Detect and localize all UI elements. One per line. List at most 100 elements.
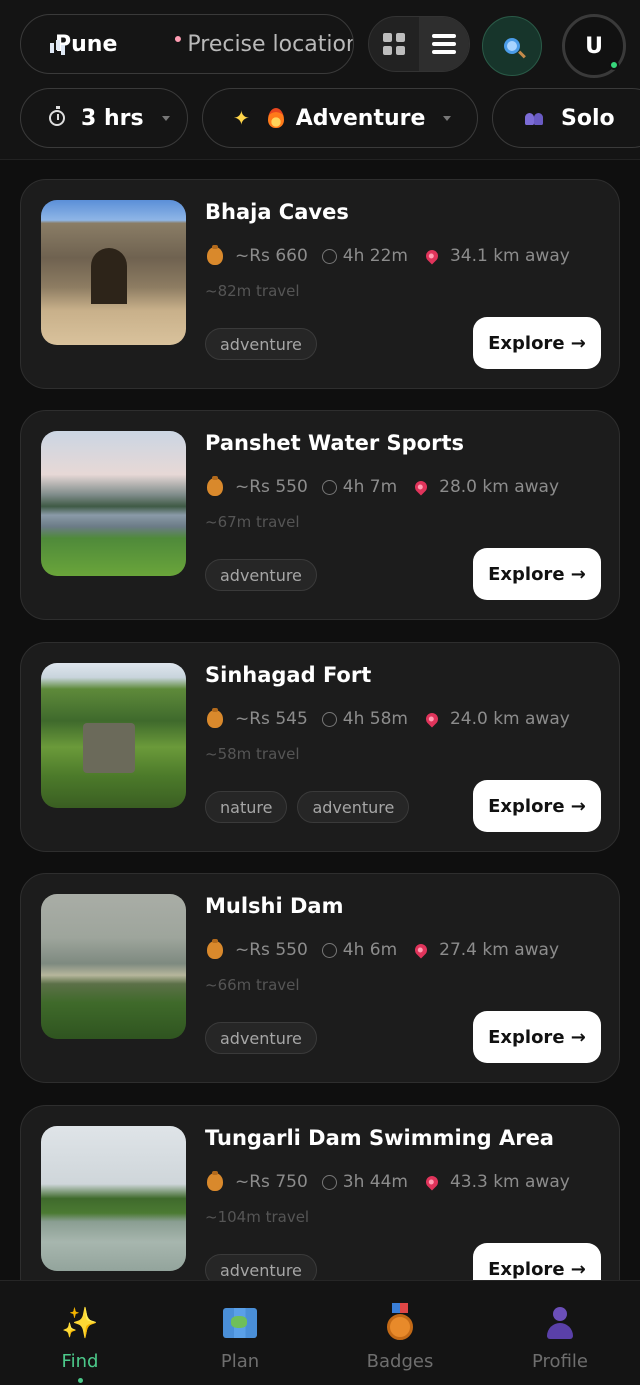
travel-time: ~104m travel <box>205 1208 310 1226</box>
price: ~Rs 550 <box>235 477 308 497</box>
list-icon <box>432 34 456 54</box>
money-bag-icon <box>207 939 223 959</box>
mood-filter-label: Adventure <box>295 105 426 131</box>
price: ~Rs 750 <box>235 1172 308 1192</box>
grid-view-button[interactable] <box>369 17 419 71</box>
sparkles-icon: ✨ <box>61 1305 99 1341</box>
nav-item-plan[interactable]: Plan <box>160 1281 320 1385</box>
nav-label-badges: Badges <box>366 1351 434 1372</box>
place-meta: ~Rs 545 4h 58m 24.0 km away <box>207 708 570 729</box>
place-card[interactable]: Sinhagad Fort ~Rs 545 4h 58m 24.0 km awa… <box>20 642 620 852</box>
city-label: Pune <box>55 31 118 57</box>
stopwatch-icon <box>321 248 337 264</box>
explore-button[interactable]: Explore → <box>473 317 601 369</box>
nav-item-badges[interactable]: Badges <box>320 1281 480 1385</box>
mood-filter[interactable]: ✦ Adventure <box>202 88 478 148</box>
fire-icon <box>267 108 284 128</box>
nav-item-profile[interactable]: Profile <box>480 1281 640 1385</box>
tag: adventure <box>205 1254 317 1280</box>
time-filter[interactable]: 3 hrs <box>20 88 188 148</box>
place-title: Panshet Water Sports <box>205 431 465 455</box>
time-filter-label: 3 hrs <box>81 105 144 131</box>
travel-time: ~58m travel <box>205 745 300 763</box>
nav-item-find[interactable]: ✨ Find <box>0 1281 160 1385</box>
chevron-down-icon <box>443 115 452 121</box>
stopwatch-icon <box>49 106 65 126</box>
explore-button[interactable]: Explore → <box>473 780 601 832</box>
tag: adventure <box>297 791 410 823</box>
price: ~Rs 550 <box>235 940 308 960</box>
nav-label-find: Find <box>61 1351 99 1372</box>
travel-time: ~67m travel <box>205 513 300 531</box>
stopwatch-icon <box>321 711 337 727</box>
travel-time: ~82m travel <box>205 282 300 300</box>
nav-label-plan: Plan <box>220 1351 260 1372</box>
place-photo <box>41 1126 186 1271</box>
place-title: Bhaja Caves <box>205 200 349 224</box>
places-list[interactable]: Bhaja Caves ~Rs 660 4h 22m 34.1 km away … <box>0 161 640 1280</box>
group-filter[interactable]: Solo <box>492 88 640 148</box>
pin-icon <box>423 247 441 265</box>
tag-list: nature adventure <box>205 791 410 823</box>
distance: 27.4 km away <box>439 940 560 960</box>
distance: 43.3 km away <box>449 1172 570 1192</box>
precise-location-label: Precise location <box>187 31 354 57</box>
distance: 34.1 km away <box>449 246 570 266</box>
tag-list: adventure <box>205 559 317 591</box>
location-selector[interactable]: Pune Precise location <box>20 14 354 74</box>
place-meta: ~Rs 660 4h 22m 34.1 km away <box>207 245 570 266</box>
nav-label-profile: Profile <box>532 1351 588 1372</box>
money-bag-icon <box>207 708 223 728</box>
search-button[interactable] <box>482 16 542 76</box>
medal-icon <box>382 1303 418 1341</box>
place-card[interactable]: Bhaja Caves ~Rs 660 4h 22m 34.1 km away … <box>20 179 620 389</box>
people-icon <box>525 111 545 125</box>
place-meta: ~Rs 750 3h 44m 43.3 km away <box>207 1171 570 1192</box>
map-icon <box>222 1305 258 1341</box>
search-icon <box>504 38 520 54</box>
pin-icon <box>168 39 179 49</box>
place-meta: ~Rs 550 4h 6m 27.4 km away <box>207 939 560 960</box>
distance: 24.0 km away <box>449 709 570 729</box>
place-photo <box>41 663 186 808</box>
money-bag-icon <box>207 476 223 496</box>
money-bag-icon <box>207 1171 223 1191</box>
money-bag-icon <box>207 245 223 265</box>
place-card[interactable]: Panshet Water Sports ~Rs 550 4h 7m 28.0 … <box>20 410 620 620</box>
duration: 4h 58m <box>342 709 408 729</box>
profile-icon <box>542 1305 578 1341</box>
list-view-button[interactable] <box>419 17 469 71</box>
place-title: Mulshi Dam <box>205 894 344 918</box>
pin-icon <box>423 1173 441 1191</box>
place-card[interactable]: Tungarli Dam Swimming Area ~Rs 750 3h 44… <box>20 1105 620 1280</box>
duration: 4h 7m <box>342 477 398 497</box>
tag-list: adventure <box>205 1254 317 1280</box>
travel-time: ~66m travel <box>205 976 300 994</box>
view-toggle <box>368 16 470 72</box>
duration: 3h 44m <box>342 1172 408 1192</box>
group-filter-label: Solo <box>561 105 615 131</box>
explore-button[interactable]: Explore → <box>473 548 601 600</box>
stopwatch-icon <box>321 479 337 495</box>
explore-button[interactable]: Explore → <box>473 1243 601 1280</box>
tag: adventure <box>205 1022 317 1054</box>
active-indicator <box>77 1378 83 1383</box>
explore-button[interactable]: Explore → <box>473 1011 601 1063</box>
price: ~Rs 545 <box>235 709 308 729</box>
place-title: Sinhagad Fort <box>205 663 372 687</box>
tag: adventure <box>205 559 317 591</box>
bottom-nav: ✨ Find Plan Badges Profile <box>0 1280 640 1385</box>
chevron-down-icon <box>161 115 170 121</box>
pin-icon <box>412 478 430 496</box>
duration: 4h 6m <box>342 940 398 960</box>
stopwatch-icon <box>321 942 337 958</box>
pin-icon <box>412 941 430 959</box>
place-card[interactable]: Mulshi Dam ~Rs 550 4h 6m 27.4 km away ~6… <box>20 873 620 1083</box>
place-photo <box>41 894 186 1039</box>
price: ~Rs 660 <box>235 246 308 266</box>
top-bar: Pune Precise location U 3 hrs ✦ Adventur… <box>0 0 640 160</box>
online-status-dot <box>609 60 619 70</box>
duration: 4h 22m <box>342 246 408 266</box>
pin-icon <box>423 710 441 728</box>
sparkles-icon: ✦ <box>233 106 250 130</box>
